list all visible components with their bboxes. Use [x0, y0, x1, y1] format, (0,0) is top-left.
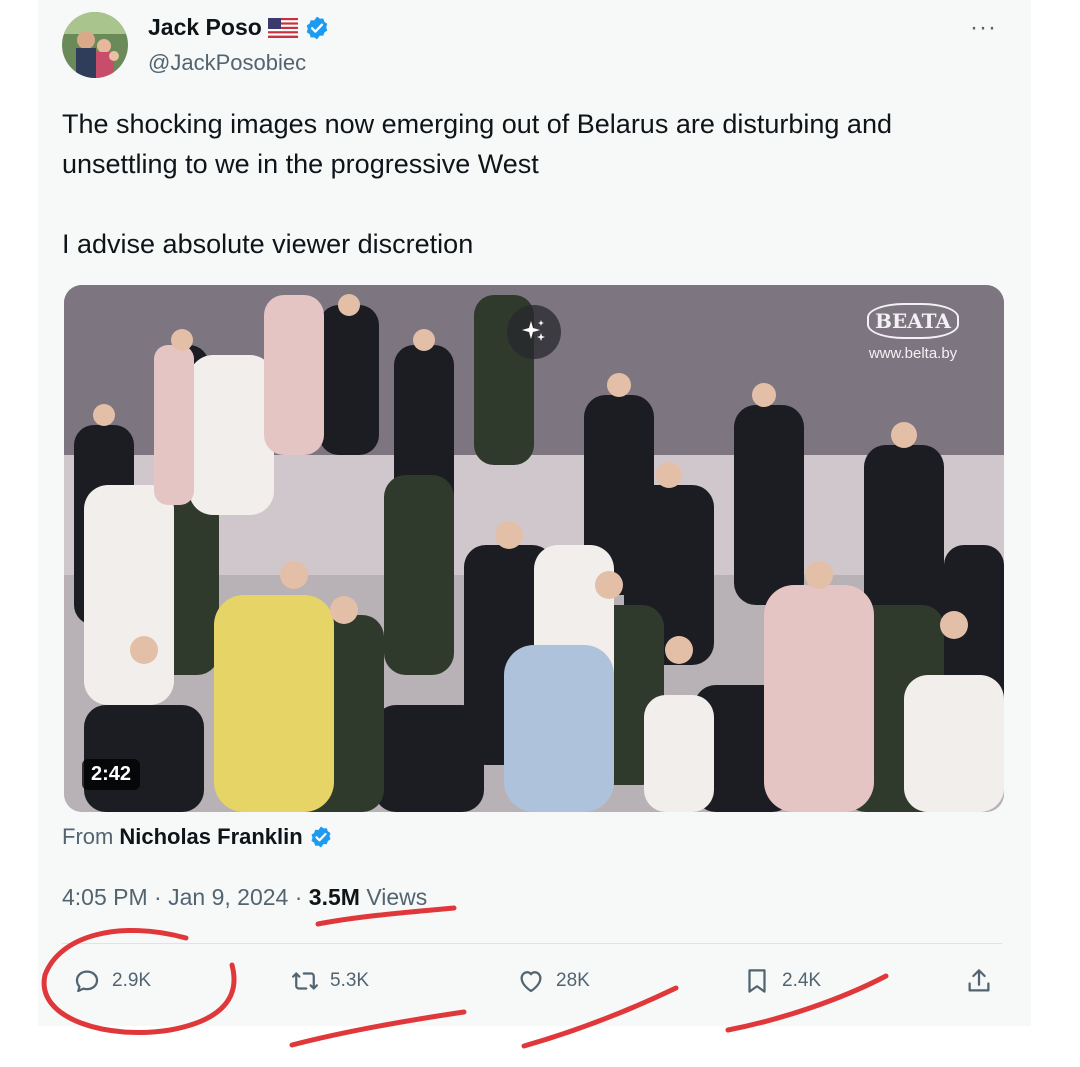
- reply-icon: [75, 970, 99, 993]
- retweet-icon: [292, 972, 318, 990]
- video-player[interactable]: BEATA www.belta.by 2:42: [64, 285, 1004, 812]
- bookmark-count: 2.4K: [782, 970, 822, 991]
- tweet-date[interactable]: Jan 9, 2024: [168, 884, 288, 910]
- meta-separator: ·: [294, 884, 303, 910]
- verified-badge-icon: [311, 826, 331, 848]
- us-flag-icon: [267, 17, 298, 38]
- tweet-meta: 4:05 PM · Jan 9, 2024 · 3.5M Views: [62, 884, 427, 911]
- divider: [62, 943, 1002, 944]
- video-attribution: From Nicholas Franklin: [62, 824, 333, 850]
- views-label: Views: [366, 884, 428, 910]
- tweet-text: The shocking images now emerging out of …: [62, 104, 982, 264]
- tweet-text-line-2: unsettling to we in the progressive West: [62, 149, 539, 179]
- reply-count: 2.9K: [112, 970, 152, 991]
- like-count: 28K: [556, 970, 590, 991]
- watermark-site: www.belta.by: [868, 345, 958, 362]
- author-display-name[interactable]: Jack Poso: [148, 14, 262, 41]
- more-options-icon[interactable]: ···: [970, 14, 997, 42]
- author-name-row[interactable]: Jack Poso: [148, 14, 330, 41]
- attribution-prefix: From: [62, 824, 114, 849]
- heart-icon: [520, 971, 542, 993]
- video-duration-badge: 2:42: [82, 759, 141, 790]
- verified-badge-icon: [306, 16, 328, 39]
- share-icon: [968, 969, 990, 992]
- bookmark-button[interactable]: 2.4K: [742, 966, 821, 996]
- tweet-text-line-1: The shocking images now emerging out of …: [62, 109, 892, 139]
- views-count[interactable]: 3.5M: [309, 884, 360, 910]
- author-handle[interactable]: @JackPosobiec: [148, 50, 306, 76]
- retweet-count: 5.3K: [330, 970, 370, 991]
- meta-separator: ·: [154, 884, 162, 910]
- retweet-button[interactable]: 5.3K: [290, 966, 369, 996]
- sparkle-icon[interactable]: [507, 305, 561, 359]
- bookmark-icon: [748, 969, 766, 993]
- reply-button[interactable]: 2.9K: [72, 966, 151, 996]
- share-button[interactable]: [964, 966, 994, 996]
- watermark-logo: BEATA: [867, 303, 959, 339]
- tweet-time[interactable]: 4:05 PM: [62, 884, 148, 910]
- attribution-source-link[interactable]: Nicholas Franklin: [119, 824, 302, 850]
- tweet-text-line-3: I advise absolute viewer discretion: [62, 229, 474, 259]
- like-button[interactable]: 28K: [516, 966, 590, 996]
- video-watermark: BEATA www.belta.by: [848, 303, 978, 383]
- avatar[interactable]: [62, 12, 128, 78]
